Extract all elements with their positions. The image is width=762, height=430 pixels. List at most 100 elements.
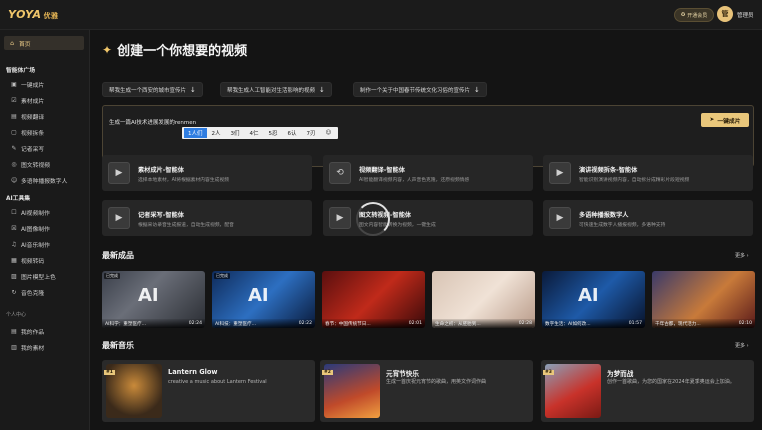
- work-caption-bar: 数字生活：AI如何改... 01:57: [542, 319, 645, 328]
- work-caption-bar: AI科技：重塑医疗... 02:22: [212, 319, 315, 328]
- sidebar-item-label: 视频转码: [21, 258, 45, 265]
- sidebar-item-smart-5[interactable]: ◎ 图文转视频: [8, 157, 84, 171]
- sidebar-section-smart: 智能体广场: [6, 68, 35, 74]
- menu-item-icon: ▨: [11, 272, 17, 280]
- work-thumbnail[interactable]: AI 已完成 AI科技：重塑医疗... 02:22: [212, 271, 315, 328]
- menu-item-icon: ▢: [11, 128, 17, 136]
- tool-card-translate[interactable]: ⟲ 视频翻译-智能体 AI智能翻译视频内容，人声音色克隆，还原视频情感: [323, 155, 533, 191]
- smiley-icon[interactable]: ☺: [321, 130, 337, 136]
- work-title: AI科技：重塑医疗...: [215, 321, 257, 327]
- ime-candidate[interactable]: 1人们: [184, 128, 207, 138]
- prompt-chip-label: 帮我生成一个西安的城市宣传片: [109, 87, 187, 94]
- sidebar-item-ai-2[interactable]: ♫ AI音乐制作: [8, 237, 84, 251]
- music-title: 元宵节快乐: [386, 370, 419, 378]
- music-card[interactable]: #1 Lantern Glow creative a music about L…: [102, 360, 315, 422]
- sidebar-item-ai-4[interactable]: ▨ 图片模型上色: [8, 269, 84, 283]
- sidebar-item-label: 素材成片: [21, 98, 45, 105]
- ime-candidate[interactable]: 7刃: [302, 129, 321, 137]
- menu-item-icon: ▤: [11, 327, 17, 335]
- music-card[interactable]: #2 元宵节快乐 生成一首庆祝元宵节的歌曲，用英文作词作曲: [320, 360, 533, 422]
- sidebar-item-label: AI音乐制作: [21, 242, 50, 249]
- sidebar-item-ai-0[interactable]: ☐ AI视频制作: [8, 205, 84, 219]
- top-bar: YOYA 优雅 ✪ 开通会员 管 管理员: [0, 0, 762, 30]
- latest-works-more-link[interactable]: 更多 ›: [735, 252, 749, 259]
- loading-spinner: [356, 202, 390, 236]
- sidebar-section-ai: AI工具集: [6, 196, 31, 202]
- ime-candidate[interactable]: 2人: [207, 129, 226, 137]
- work-thumbnail[interactable]: 生命之初：从胚胎到... 02:28: [432, 271, 535, 328]
- ime-candidate[interactable]: 4仁: [245, 129, 264, 137]
- sidebar-item-ai-1[interactable]: ☒ AI图像制作: [8, 221, 84, 235]
- sidebar-item-ai-5[interactable]: ↻ 音色克隆: [8, 285, 84, 299]
- work-duration: 02:28: [518, 321, 532, 326]
- ime-candidate[interactable]: 3们: [226, 129, 245, 137]
- generate-button-label: 一键成片: [717, 118, 741, 125]
- app-logo[interactable]: YOYA 优雅: [8, 8, 59, 21]
- arrow-down-icon: ↓: [190, 85, 196, 94]
- latest-music-more-link[interactable]: 更多 ›: [735, 342, 749, 349]
- more-label: 更多: [735, 343, 746, 349]
- prompt-chip-label: 制作一个关于中国春节传统文化习俗的宣传片: [360, 87, 471, 94]
- menu-item-icon: ▤: [11, 112, 17, 120]
- sidebar-item-smart-2[interactable]: ▤ 视频翻译: [8, 109, 84, 123]
- sidebar-item-smart-4[interactable]: ✎ 记者采写: [8, 141, 84, 155]
- tool-card-title: 记者采写-智能体: [138, 212, 184, 219]
- work-title: 千年古都，现代活力...: [655, 321, 701, 327]
- sidebar-item-label: 图文转视频: [21, 162, 50, 169]
- sidebar-item-smart-3[interactable]: ▢ 视频拆条: [8, 125, 84, 139]
- video-icon: ▶: [329, 207, 351, 229]
- section-title-latest-music: 最新音乐: [102, 341, 134, 350]
- tool-card-image-to-video[interactable]: ▶ 图文转视频-智能体 图文内容智能转换为视频，一键生成: [323, 200, 533, 236]
- arrow-down-icon: ↓: [474, 85, 480, 94]
- ime-candidate-bar: 1人们 2人 3们 4仁 5忍 6认 7刃 ☺: [182, 127, 339, 139]
- sidebar-item-label: 我的素材: [21, 345, 45, 352]
- work-thumbnail[interactable]: 千年古都，现代活力... 02:10: [652, 271, 755, 328]
- sidebar-item-personal-0[interactable]: ▤ 我的作品: [8, 324, 84, 338]
- sidebar-item-label: 图片模型上色: [21, 274, 56, 281]
- sidebar-item-label: 首页: [19, 41, 31, 48]
- sidebar-item-smart-1[interactable]: ☑ 素材成片: [8, 93, 84, 107]
- tool-card-desc: 可快速生成数字人播报视频，多语种支持: [579, 223, 666, 228]
- prompt-input-value[interactable]: 生成一篇AI技术进展发展的renmen: [109, 118, 196, 126]
- sidebar-item-smart-6[interactable]: ☺ 多语种播报数字人: [8, 173, 84, 187]
- ime-candidate[interactable]: 5忍: [264, 129, 283, 137]
- section-title-latest-works: 最新成品: [102, 251, 134, 260]
- music-card[interactable]: #3 为梦而战 创作一首歌曲，为您的国家在2024年夏季奥运会上加油。: [541, 360, 754, 422]
- tool-card-reporter[interactable]: ▶ 记者采写-智能体 根据采访录音生成报道，自动生成视频，配音: [102, 200, 312, 236]
- prompt-chip[interactable]: 制作一个关于中国春节传统文化习俗的宣传片 ↓: [353, 82, 487, 97]
- sidebar-item-personal-1[interactable]: ▥ 我的素材: [8, 340, 84, 354]
- avatar[interactable]: 管: [717, 6, 733, 22]
- vip-button[interactable]: ✪ 开通会员: [674, 8, 715, 22]
- menu-item-icon: ✎: [11, 144, 17, 152]
- sidebar-item-ai-3[interactable]: ▦ 视频转码: [8, 253, 84, 267]
- sidebar-item-label: AI视频制作: [21, 210, 50, 217]
- arrow-down-icon: ↓: [319, 85, 325, 94]
- tool-card-split[interactable]: ▶ 演讲视频拆条-智能体 智能识别演讲视频内容，自动拆分成精彩片段短视频: [543, 155, 753, 191]
- sidebar-item-home[interactable]: ⌂ 首页: [4, 36, 84, 50]
- music-desc: 创作一首歌曲，为您的国家在2024年夏季奥运会上加油。: [607, 379, 735, 385]
- tool-card-title: 素材成片-智能体: [138, 167, 184, 174]
- tool-card-digital-human[interactable]: ▶ 多语种播报数字人 可快速生成数字人播报视频，多语种支持: [543, 200, 753, 236]
- video-icon: ▶: [549, 162, 571, 184]
- work-caption-bar: AI科学：重塑医疗... 02:24: [102, 319, 205, 328]
- sidebar-item-smart-0[interactable]: ▣ 一键成片: [8, 77, 84, 91]
- sidebar-section-personal: 个人中心: [6, 312, 27, 318]
- user-name[interactable]: 管理员: [737, 11, 754, 19]
- status-badge: 已完成: [214, 273, 230, 279]
- generate-button[interactable]: ➤ 一键成片: [701, 113, 749, 127]
- video-icon: ▶: [108, 162, 130, 184]
- translate-icon: ⟲: [329, 162, 351, 184]
- music-rank-badge: #2: [322, 370, 333, 375]
- tool-card-material[interactable]: ▶ 素材成片-智能体 选择本地素材，AI将根据素材内容生成视频: [102, 155, 312, 191]
- prompt-chip[interactable]: 帮我生成人工智能对生活影响的视频 ↓: [220, 82, 332, 97]
- work-thumbnail[interactable]: AI 数字生活：AI如何改... 01:57: [542, 271, 645, 328]
- work-thumbnail[interactable]: AI 已完成 AI科学：重塑医疗... 02:24: [102, 271, 205, 328]
- prompt-chip[interactable]: 帮我生成一个西安的城市宣传片 ↓: [102, 82, 203, 97]
- work-duration: 02:24: [188, 321, 202, 326]
- sparkle-icon: ✦: [102, 42, 113, 57]
- tool-card-title: 演讲视频拆条-智能体: [579, 167, 638, 174]
- tool-card-desc: AI智能翻译视频内容，人声音色克隆，还原视频情感: [359, 178, 470, 183]
- ime-candidate[interactable]: 6认: [283, 129, 302, 137]
- work-thumbnail[interactable]: 春节：中国传统节日... 02:01: [322, 271, 425, 328]
- logo-text: YOYA: [8, 8, 42, 21]
